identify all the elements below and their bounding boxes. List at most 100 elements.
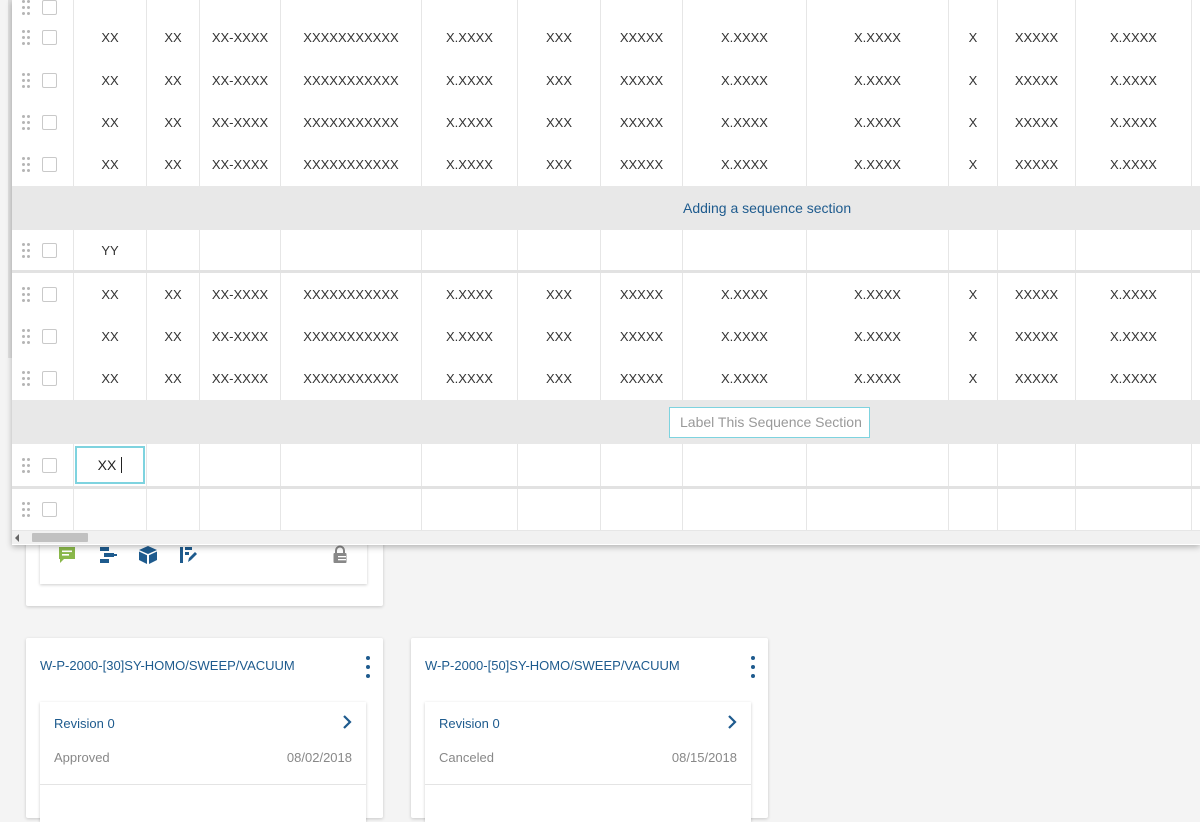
table-cell[interactable] [1192, 444, 1200, 486]
table-cell[interactable]: X.XXXX [683, 143, 807, 186]
table-cell[interactable]: XXX [518, 357, 601, 400]
table-cell[interactable]: X.XXXX [422, 143, 518, 186]
table-cell[interactable]: X.XXXX [1076, 16, 1192, 59]
table-cell[interactable]: XXXXXXXXXXX [281, 59, 422, 102]
table-cell[interactable] [422, 0, 518, 16]
row-checkbox[interactable] [42, 30, 57, 45]
table-cell[interactable]: X.XXXX [1076, 59, 1192, 102]
table-cell[interactable]: XXXXX [601, 357, 683, 400]
sequence-section-row[interactable]: Adding a sequence section [12, 186, 1200, 230]
table-cell[interactable]: X.XXXX [683, 315, 807, 357]
table-cell[interactable]: XXX [518, 59, 601, 102]
table-cell[interactable]: X.XXXX [422, 102, 518, 143]
table-row[interactable]: XX XX XX-XXXX XXXXXXXXXXX X.XXXX XXX XXXXX X.XX… [12, 102, 1200, 144]
table-cell[interactable]: X [949, 315, 998, 357]
table-cell[interactable]: X.XXXX [807, 273, 949, 315]
table-cell[interactable] [683, 230, 807, 270]
table-row[interactable]: XX XX XX-XXXX XXXXXXXXXXX X.XXXX XXX XXXXX X.XX… [12, 16, 1200, 60]
table-cell[interactable]: X [949, 143, 998, 186]
table-cell[interactable] [1192, 315, 1200, 357]
table-cell[interactable]: X [949, 102, 998, 143]
table-cell[interactable] [998, 230, 1076, 270]
table-cell[interactable]: XX [74, 444, 147, 486]
drag-handle-icon[interactable] [22, 455, 30, 475]
table-cell[interactable]: XXX [518, 273, 601, 315]
table-cell[interactable]: XXXXX [998, 59, 1076, 102]
table-cell[interactable]: XX [147, 273, 200, 315]
row-checkbox[interactable] [42, 115, 57, 130]
chevron-right-icon[interactable] [340, 714, 354, 730]
table-cell[interactable]: X.XXXX [1076, 315, 1192, 357]
drag-handle-icon[interactable] [22, 326, 30, 346]
table-cell[interactable]: XX [147, 102, 200, 143]
table-cell[interactable]: X.XXXX [807, 59, 949, 102]
drag-handle-icon[interactable] [22, 500, 30, 520]
table-row[interactable]: XX XX XX-XXXX XXXXXXXXXXX X.XXXX XXX XXXXX X.XX… [12, 59, 1200, 103]
table-cell[interactable]: XXX [518, 102, 601, 143]
table-cell[interactable]: XX [147, 59, 200, 102]
table-cell[interactable]: XXXXXXXXXXX [281, 102, 422, 143]
table-cell[interactable] [949, 0, 998, 16]
table-cell[interactable] [1192, 357, 1200, 400]
revision-title[interactable]: Revision 0 [439, 716, 500, 731]
table-cell[interactable]: XXXXXXXXXXX [281, 315, 422, 357]
revision-title[interactable]: Revision 0 [54, 716, 115, 731]
package-icon[interactable] [138, 545, 158, 565]
table-cell[interactable]: XX [147, 357, 200, 400]
table-cell[interactable]: XXXXX [998, 143, 1076, 186]
drag-handle-icon[interactable] [22, 284, 30, 304]
edit-document-icon[interactable] [178, 545, 198, 565]
sequence-section-label[interactable]: Adding a sequence section [683, 200, 851, 216]
table-cell[interactable] [147, 489, 200, 530]
table-cell[interactable]: X.XXXX [683, 59, 807, 102]
table-row[interactable]: XX XX XX-XXXX XXXXXXXXXXX X.XXXX XXX XXXXX X.XX… [12, 315, 1200, 358]
drag-handle-icon[interactable] [22, 71, 30, 91]
table-cell[interactable] [683, 489, 807, 530]
table-cell[interactable]: XX [74, 16, 147, 59]
new-sequence-section-row[interactable] [12, 400, 1200, 444]
table-cell[interactable] [998, 489, 1076, 530]
table-cell[interactable] [1076, 444, 1192, 486]
table-cell[interactable] [1192, 16, 1200, 59]
drag-handle-icon[interactable] [22, 369, 30, 389]
table-cell[interactable] [1076, 230, 1192, 270]
section-label-input[interactable] [669, 406, 870, 438]
table-cell[interactable]: XX-XXXX [200, 16, 281, 59]
drag-handle-icon[interactable] [22, 155, 30, 175]
table-cell[interactable]: XX [74, 273, 147, 315]
table-cell[interactable] [422, 489, 518, 530]
row-checkbox[interactable] [42, 371, 57, 386]
table-cell[interactable] [1192, 102, 1200, 143]
table-cell[interactable]: XXX [518, 143, 601, 186]
table-cell[interactable] [74, 0, 147, 16]
table-cell[interactable]: XXXXX [998, 102, 1076, 143]
table-cell[interactable]: X.XXXX [422, 16, 518, 59]
table-cell[interactable] [949, 230, 998, 270]
table-cell[interactable] [200, 230, 281, 270]
table-cell[interactable]: XX-XXXX [200, 59, 281, 102]
table-cell[interactable]: X.XXXX [683, 273, 807, 315]
table-cell[interactable] [601, 230, 683, 270]
table-cell[interactable] [281, 444, 422, 486]
table-cell[interactable] [147, 444, 200, 486]
table-cell[interactable]: YY [74, 230, 147, 270]
table-cell[interactable] [807, 0, 949, 16]
more-options-icon[interactable] [363, 656, 373, 678]
table-cell[interactable]: XXXXX [998, 16, 1076, 59]
table-cell[interactable]: XXXXX [601, 102, 683, 143]
table-cell[interactable] [281, 489, 422, 530]
table-cell[interactable]: XXXXXXXXXXX [281, 273, 422, 315]
table-cell[interactable] [683, 0, 807, 16]
table-cell[interactable]: XXXXXXXXXXX [281, 16, 422, 59]
table-cell[interactable] [998, 0, 1076, 16]
lock-icon[interactable] [330, 545, 350, 565]
table-cell[interactable]: XXXXX [601, 143, 683, 186]
table-cell[interactable] [518, 230, 601, 270]
row-checkbox[interactable] [42, 328, 57, 344]
table-cell[interactable] [807, 230, 949, 270]
table-cell[interactable] [200, 0, 281, 16]
table-cell[interactable]: XX [147, 143, 200, 186]
table-cell[interactable] [74, 489, 147, 530]
row-checkbox[interactable] [42, 242, 57, 258]
table-cell[interactable]: X.XXXX [1076, 273, 1192, 315]
